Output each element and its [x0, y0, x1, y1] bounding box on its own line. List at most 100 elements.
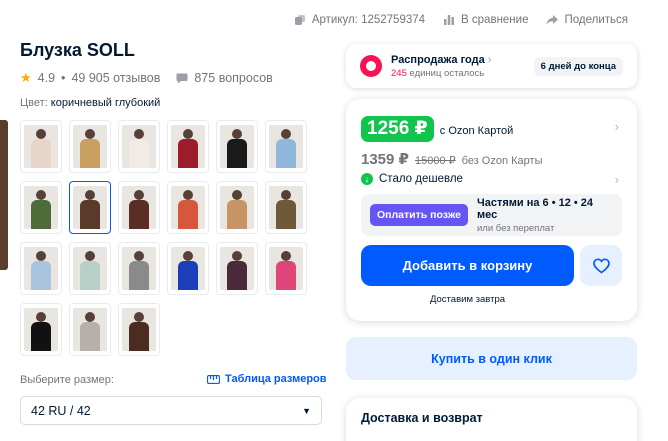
sale-remaining-count: 245 — [391, 67, 407, 79]
heart-icon — [592, 257, 610, 274]
variant-thumbnail[interactable] — [167, 181, 209, 234]
regular-price: 1359 ₽ — [361, 151, 409, 168]
days-left-badge: 6 дней до конца — [533, 57, 623, 76]
color-line: Цвет: коричневый глубокий — [20, 97, 160, 109]
sale-title: Распродажа года — [391, 53, 485, 66]
variant-thumbnail[interactable] — [216, 181, 258, 234]
buy-one-click-button[interactable]: Купить в один клик — [346, 337, 637, 380]
variant-thumbnail[interactable] — [118, 120, 160, 173]
variant-thumbnail-image — [122, 247, 156, 290]
arrow-down-icon: ↓ — [361, 173, 373, 185]
variant-thumbnail[interactable] — [69, 120, 111, 173]
topbar: Артикул: 1252759374 В сравнение Поделить… — [294, 14, 628, 26]
variant-thumbnail-image — [24, 247, 58, 290]
variant-thumbnail[interactable] — [265, 242, 307, 295]
variant-thumbnail-image — [171, 247, 205, 290]
rating-row[interactable]: ★ 4.9 • 49 905 отзывов 875 вопросов — [20, 70, 273, 86]
sale-card[interactable]: Распродажа года › 245 единиц осталось 6 д… — [346, 44, 637, 88]
dot-separator: • — [61, 71, 66, 85]
chat-icon — [176, 73, 188, 83]
variant-thumbnail-image — [24, 308, 58, 351]
variant-thumbnail[interactable] — [167, 242, 209, 295]
favorite-button[interactable] — [580, 245, 622, 286]
compare-label: В сравнение — [461, 14, 529, 26]
copy-icon — [294, 15, 305, 25]
variant-thumbnail-image — [171, 125, 205, 168]
color-label: Цвет: — [20, 97, 48, 109]
sale-title-row: Распродажа года › — [391, 54, 491, 66]
variant-thumbnail-image — [220, 186, 254, 229]
chevron-right-icon[interactable]: › — [615, 172, 619, 187]
variant-thumbnail-image — [122, 186, 156, 229]
card-price: 1256 ₽ — [361, 116, 434, 142]
variant-thumbnail[interactable] — [216, 242, 258, 295]
variant-thumbnail-image — [269, 247, 303, 290]
variant-thumbnail[interactable] — [118, 242, 160, 295]
questions-link[interactable]: 875 вопросов — [176, 71, 273, 85]
variant-thumbnail[interactable] — [167, 120, 209, 173]
size-table-link[interactable]: Таблица размеров — [207, 373, 327, 385]
card-price-note: с Ozon Картой — [439, 125, 514, 137]
variant-thumbnail[interactable] — [265, 181, 307, 234]
add-to-cart-button[interactable]: Добавить в корзину — [361, 245, 574, 286]
variant-thumbnail-image — [24, 125, 58, 168]
delivery-title: Доставка и возврат — [361, 411, 483, 425]
size-select-value: 42 RU / 42 — [31, 403, 91, 418]
chevron-right-icon: › — [487, 53, 492, 66]
variant-thumbnail[interactable] — [69, 242, 111, 295]
delivery-card[interactable]: Доставка и возврат — [346, 398, 637, 441]
variant-thumbnail[interactable] — [216, 120, 258, 173]
variant-thumbnail[interactable] — [20, 120, 62, 173]
variant-thumbnail[interactable] — [69, 181, 111, 234]
chevron-down-icon: ▼ — [302, 405, 311, 416]
size-label: Выберите размер: — [20, 374, 114, 386]
ruler-icon — [207, 374, 220, 384]
variant-thumbnail[interactable] — [69, 303, 111, 356]
reviews-count[interactable]: 49 905 отзывов — [71, 71, 160, 85]
variant-thumbnail[interactable] — [265, 120, 307, 173]
installment-block[interactable]: Оплатить позже Частями на 6 • 12 • 24 ме… — [361, 194, 622, 236]
variant-thumbnail-image — [220, 247, 254, 290]
variant-thumbnail-image — [122, 308, 156, 351]
variant-thumbnail[interactable] — [20, 181, 62, 234]
share-link[interactable]: Поделиться — [546, 14, 628, 26]
regular-price-row: 1359 ₽ 15000 ₽ без Ozon Карты — [361, 150, 543, 168]
installment-title: Частями на 6 • 12 • 24 мес — [476, 196, 594, 221]
rating-value: 4.9 — [37, 71, 56, 85]
color-value: коричневый глубокий — [50, 97, 161, 109]
bar-chart-icon — [444, 15, 455, 25]
price-dropped-row[interactable]: ↓ Стало дешевле — [361, 173, 463, 185]
questions-count: 875 вопросов — [194, 71, 273, 85]
variant-thumbnail-image — [171, 186, 205, 229]
variant-thumbnail[interactable] — [20, 242, 62, 295]
chevron-right-icon[interactable]: › — [615, 119, 619, 134]
compare-link[interactable]: В сравнение — [443, 14, 528, 26]
variant-thumbnail-image — [73, 308, 107, 351]
article-number[interactable]: Артикул: 1252759374 — [294, 14, 425, 26]
installment-note: или без переплат — [476, 222, 555, 234]
sale-remaining-text: единиц осталось — [409, 67, 485, 79]
article-label: Артикул: 1252759374 — [311, 14, 426, 26]
variant-thumbnail-image — [73, 125, 107, 168]
variant-thumbnail[interactable] — [118, 181, 160, 234]
variant-thumbnail-image — [24, 186, 58, 229]
variant-thumbnails — [20, 120, 310, 360]
share-label: Поделиться — [564, 14, 628, 26]
price-dropped-label: Стало дешевле — [379, 173, 463, 185]
delivery-note: Доставим завтра — [429, 294, 506, 305]
variant-thumbnail-image — [122, 125, 156, 168]
variant-thumbnail-image — [73, 247, 107, 290]
variant-thumbnail[interactable] — [20, 303, 62, 356]
card-price-row[interactable]: 1256 ₽ с Ozon Картой — [361, 116, 513, 142]
price-card: 1256 ₽ с Ozon Картой › 1359 ₽ 15000 ₽ бе… — [346, 99, 637, 321]
star-icon: ★ — [20, 70, 32, 85]
variant-thumbnail-image — [269, 186, 303, 229]
old-price: 15000 ₽ — [414, 155, 456, 167]
variant-thumbnail-image — [73, 186, 107, 229]
pay-later-badge: Оплатить позже — [370, 204, 468, 226]
variant-thumbnail-image — [220, 125, 254, 168]
variant-thumbnail[interactable] — [118, 303, 160, 356]
size-select[interactable]: 42 RU / 42 ▼ — [20, 396, 322, 425]
sale-icon — [360, 55, 382, 77]
sale-remaining: 245 единиц осталось — [391, 68, 491, 79]
